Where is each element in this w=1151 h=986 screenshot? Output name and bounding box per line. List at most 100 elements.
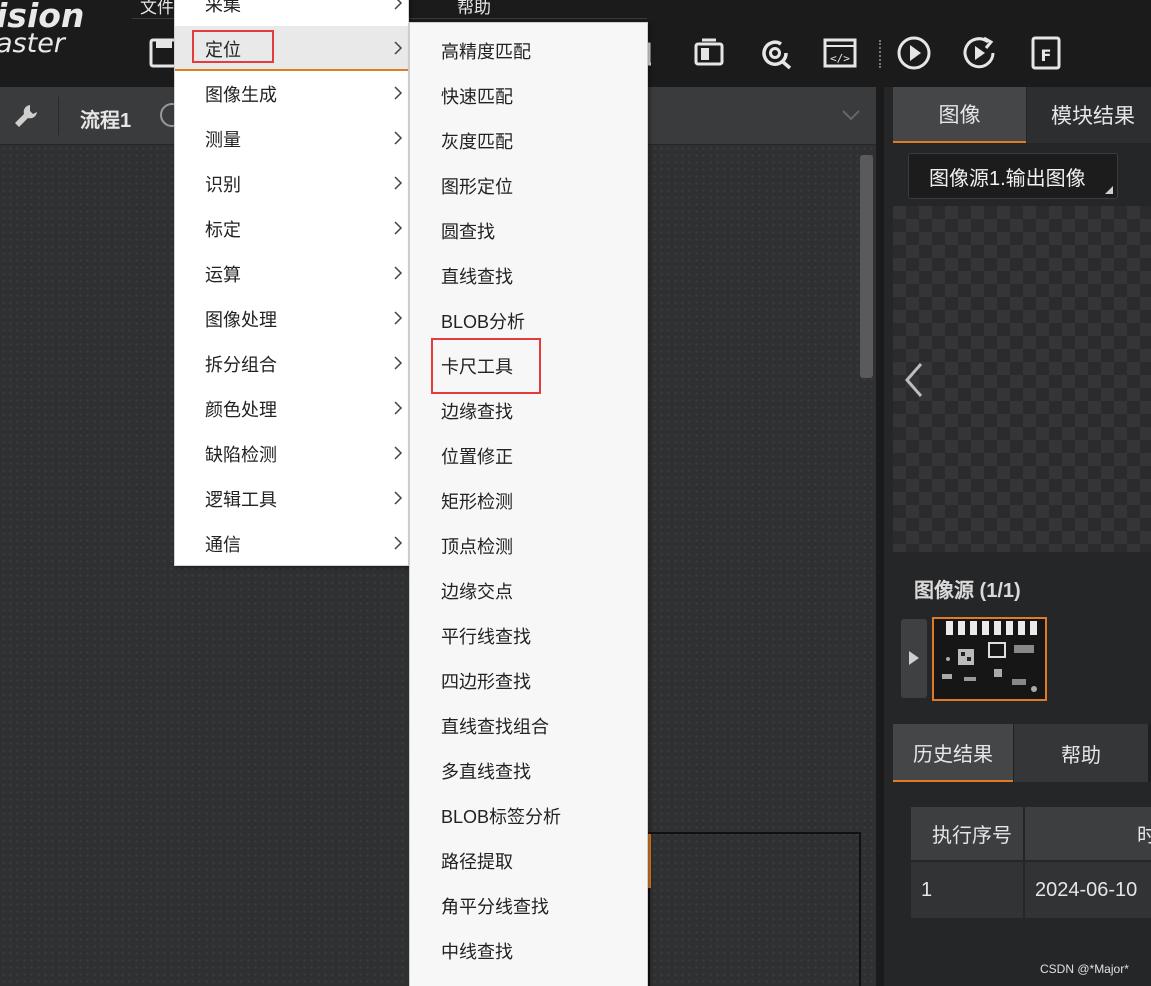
menu-item-measure[interactable]: 测量	[175, 116, 408, 161]
wrench-icon[interactable]	[12, 102, 40, 130]
menu-file[interactable]: 文件	[140, 0, 174, 18]
menu-item-recognize[interactable]: 识别	[175, 161, 408, 206]
tab-help[interactable]: 帮助	[1014, 724, 1148, 782]
pcb-thumbnail-image	[934, 619, 1045, 699]
submenu-item-label: 四边形查找	[441, 672, 531, 692]
menu-item-image-generation[interactable]: 图像生成	[175, 71, 408, 116]
submenu-item-parallel-line-find[interactable]: 平行线查找	[410, 611, 647, 656]
annotation-highlight-box	[192, 30, 274, 63]
chevron-left-icon[interactable]	[903, 361, 925, 399]
watermark: CSDN @*Major*	[1040, 962, 1129, 976]
submenu-item-high-precision-match[interactable]: 高精度匹配	[410, 26, 647, 71]
submenu-item-label: 角平分线查找	[441, 897, 549, 917]
run-once-icon[interactable]	[895, 34, 933, 72]
submenu-item-label: 多直线查找	[441, 762, 531, 782]
chevron-down-icon[interactable]	[840, 107, 862, 123]
submenu-item-angle-bisector-find[interactable]: 角平分线查找	[410, 881, 647, 926]
submenu-item-label: 路径提取	[441, 852, 513, 872]
menu-item-calibrate[interactable]: 标定	[175, 206, 408, 251]
canvas-scrollbar[interactable]	[860, 155, 873, 378]
menu-item-label: 拆分组合	[205, 355, 277, 375]
thumbnail-expand-button[interactable]	[901, 619, 927, 698]
submenu-item-label: 边缘交点	[441, 582, 513, 602]
chevron-right-icon	[394, 356, 403, 370]
table-row[interactable]: 1 2024-06-10	[911, 860, 1151, 918]
submenu-item-vertex-detect[interactable]: 顶点检测	[410, 521, 647, 566]
app-logo-subtitle: aster	[0, 28, 65, 59]
submenu-item-gray-match[interactable]: 灰度匹配	[410, 116, 647, 161]
submenu-item-line-find-combo[interactable]: 直线查找组合	[410, 701, 647, 746]
locate-submenu: 高精度匹配 快速匹配 灰度匹配 图形定位 圆查找 直线查找 BLOB分析 卡尺工…	[409, 22, 648, 986]
menu-item-split-combine[interactable]: 拆分组合	[175, 341, 408, 386]
menu-item-label: 图像生成	[205, 85, 277, 105]
tab-image[interactable]: 图像	[893, 87, 1026, 143]
menu-item-logic-tools[interactable]: 逻辑工具	[175, 476, 408, 521]
camera-refresh-icon[interactable]	[756, 34, 794, 72]
menu-item-communication[interactable]: 通信	[175, 521, 408, 566]
submenu-item-edge-intersection[interactable]: 边缘交点	[410, 566, 647, 611]
formula-icon[interactable]: F	[1027, 34, 1065, 72]
submenu-item-label: 直线查找	[441, 267, 513, 287]
image-source-select-value: 图像源1.输出图像	[929, 168, 1086, 190]
submenu-item-blob-analysis[interactable]: BLOB分析	[410, 296, 647, 341]
cell-time: 2024-06-10	[1024, 860, 1151, 918]
chevron-right-icon	[394, 176, 403, 190]
submenu-item-label: 顶点检测	[441, 537, 513, 557]
menu-item-label: 测量	[205, 130, 241, 150]
chevron-right-icon	[394, 266, 403, 280]
submenu-item-label: 圆查找	[441, 222, 495, 242]
tab-module-result[interactable]: 模块结果	[1027, 87, 1151, 143]
chevron-right-icon	[394, 41, 403, 55]
submenu-item-midline-find[interactable]: 中线查找	[410, 926, 647, 971]
column-header-time[interactable]: 时	[1024, 807, 1151, 861]
chevron-right-icon	[394, 131, 403, 145]
tab-history-results[interactable]: 历史结果	[893, 724, 1013, 782]
menu-item-compute[interactable]: 运算	[175, 251, 408, 296]
menu-item-defect-detection[interactable]: 缺陷检测	[175, 431, 408, 476]
dropdown-corner-icon	[1105, 186, 1113, 194]
chevron-right-icon	[394, 491, 403, 505]
submenu-item-label: 图形定位	[441, 177, 513, 197]
column-header-exec-index[interactable]: 执行序号	[911, 807, 1025, 861]
canvas-node[interactable]	[648, 832, 861, 986]
submenu-item-label: 边缘查找	[441, 402, 513, 422]
menu-item-color-processing[interactable]: 颜色处理	[175, 386, 408, 431]
submenu-item-multi-line-find[interactable]: 多直线查找	[410, 746, 647, 791]
submenu-item-label: 高精度匹配	[441, 42, 531, 62]
submenu-item-fast-match[interactable]: 快速匹配	[410, 71, 647, 116]
menu-item-label: 通信	[205, 535, 241, 555]
submenu-item-label: 矩形检测	[441, 492, 513, 512]
divider	[58, 97, 59, 135]
submenu-item-circle-find[interactable]: 圆查找	[410, 206, 647, 251]
svg-text:F: F	[1041, 46, 1052, 65]
menu-item-acquire[interactable]: 采集	[175, 0, 408, 26]
cell-exec-index: 1	[911, 860, 1025, 918]
menu-item-label: 标定	[205, 220, 241, 240]
chevron-right-icon	[394, 221, 403, 235]
chevron-right-icon	[394, 0, 403, 10]
chevron-right-icon	[394, 86, 403, 100]
submenu-item-label: BLOB分析	[441, 312, 526, 332]
submenu-item-blob-label-analysis[interactable]: BLOB标签分析	[410, 791, 647, 836]
submenu-item-label: 直线查找组合	[441, 717, 549, 737]
submenu-item-label: 平行线查找	[441, 627, 531, 647]
menu-item-label: 运算	[205, 265, 241, 285]
image-viewer[interactable]	[893, 206, 1151, 552]
script-icon[interactable]: </>	[821, 34, 859, 72]
submenu-item-shape-locate[interactable]: 图形定位	[410, 161, 647, 206]
menu-help[interactable]: 帮助	[457, 0, 491, 18]
run-loop-icon[interactable]	[960, 34, 998, 72]
submenu-item-path-extract[interactable]: 路径提取	[410, 836, 647, 881]
submenu-item-position-correction[interactable]: 位置修正	[410, 431, 647, 476]
tab-flow1[interactable]: 流程1	[80, 104, 131, 133]
image-source-select[interactable]: 图像源1.输出图像	[908, 153, 1118, 199]
device-icon[interactable]	[690, 34, 728, 72]
submenu-item-label: 灰度匹配	[441, 132, 513, 152]
submenu-item-rectangle-detect[interactable]: 矩形检测	[410, 476, 647, 521]
image-thumbnail[interactable]	[932, 617, 1047, 701]
submenu-item-label: 中线查找	[441, 942, 513, 962]
menu-item-label: 逻辑工具	[205, 490, 277, 510]
menu-item-image-processing[interactable]: 图像处理	[175, 296, 408, 341]
submenu-item-quadrilateral-find[interactable]: 四边形查找	[410, 656, 647, 701]
submenu-item-line-find[interactable]: 直线查找	[410, 251, 647, 296]
